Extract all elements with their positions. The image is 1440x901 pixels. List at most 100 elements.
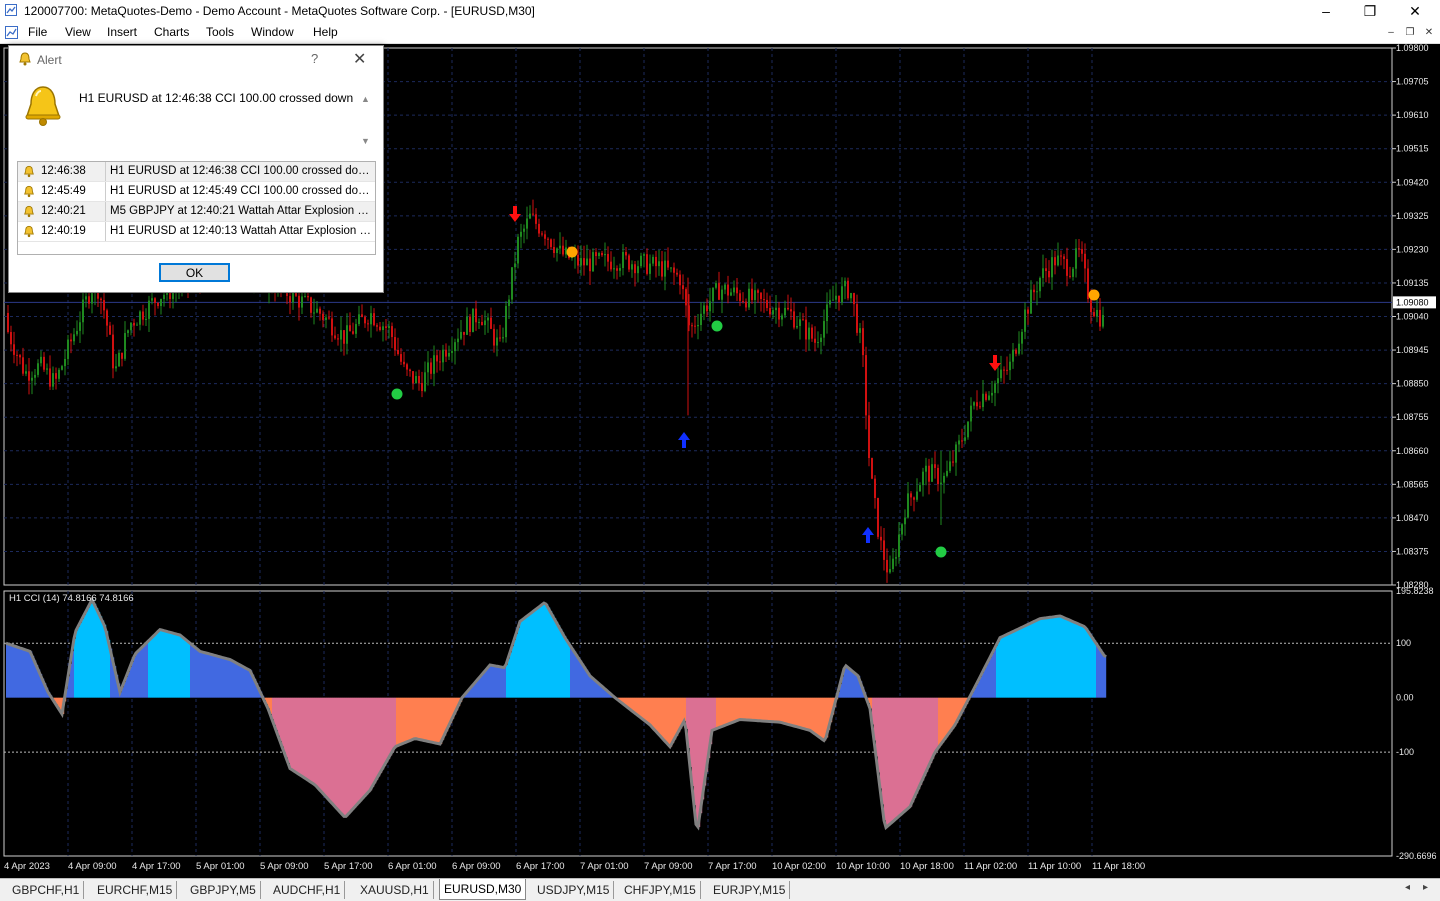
candle-body (538, 223, 540, 234)
candle-body (1075, 248, 1077, 269)
scroll-up-icon[interactable]: ▲ (361, 94, 370, 104)
menu-help[interactable]: Help (313, 25, 338, 39)
tab-usdjpy-m15[interactable]: USDJPY,M15 (533, 881, 615, 899)
cci-bar (346, 697, 349, 817)
cci-bar (90, 603, 93, 698)
menu-view[interactable]: View (65, 25, 91, 39)
minimize-button[interactable]: – (1303, 0, 1349, 22)
menu-tools[interactable]: Tools (206, 25, 234, 39)
alert-row[interactable]: 12:40:21 M5 GBPJPY at 12:40:21 Wattah At… (18, 202, 375, 222)
candle-body (820, 337, 822, 342)
cci-bar (890, 697, 893, 825)
candle-body (424, 372, 426, 392)
mdi-minimize-button[interactable]: – (1384, 26, 1398, 40)
cci-bar (526, 616, 529, 698)
mdi-close-button[interactable]: ✕ (1422, 26, 1436, 40)
tab-gbpchf-h1[interactable]: GBPCHF,H1 (8, 881, 85, 899)
cci-bar (630, 697, 633, 710)
alert-row[interactable]: 12:40:19 H1 EURUSD at 12:40:13 Wattah At… (18, 222, 375, 242)
cci-bar (662, 697, 665, 738)
cci-bar (944, 697, 947, 740)
bell-icon (24, 185, 34, 198)
cci-bar (696, 697, 699, 825)
cci-bar (228, 658, 231, 698)
cci-bar (484, 671, 487, 698)
candle-body (838, 295, 840, 303)
candle-body (502, 337, 504, 339)
menu-insert[interactable]: Insert (107, 25, 137, 39)
chart-window-icon[interactable] (5, 26, 18, 39)
candle-body (514, 263, 516, 268)
cci-bar (816, 697, 819, 735)
alert-close-button[interactable]: ✕ (353, 49, 366, 69)
cci-bar (22, 648, 25, 698)
maximize-button[interactable]: ❐ (1347, 0, 1393, 22)
cci-bar (160, 629, 163, 698)
menu-window[interactable]: Window (251, 25, 294, 39)
cci-bar (934, 697, 937, 755)
tab-xauusd-h1[interactable]: XAUUSD,H1 (356, 881, 434, 899)
candle-body (319, 308, 321, 314)
candle-body (367, 323, 369, 325)
cci-bar (654, 697, 657, 730)
cci-bar (770, 697, 773, 722)
cci-bar (480, 676, 483, 698)
candle-body (793, 311, 795, 328)
ok-button[interactable]: OK (159, 263, 230, 282)
tab-audchf-h1[interactable]: AUDCHF,H1 (269, 881, 346, 899)
cci-bar (12, 645, 15, 698)
tab-chfjpy-m15[interactable]: CHFJPY,M15 (620, 881, 701, 899)
tab-eurjpy-m15[interactable]: EURJPY,M15 (709, 881, 791, 899)
time-label: 11 Apr 10:00 (1028, 861, 1081, 872)
cci-bar (214, 655, 217, 698)
cci-indicator (5, 596, 1107, 831)
candle-body (682, 285, 684, 290)
cci-bar (764, 697, 767, 722)
alert-dialog[interactable]: Alert ? ✕ H1 EURUSD at 12:46:38 CCI 100.… (8, 45, 384, 293)
scroll-down-icon[interactable]: ▼ (361, 136, 370, 146)
cci-bar (140, 649, 143, 698)
alert-history-list[interactable]: 12:46:38 H1 EURUSD at 12:46:38 CCI 100.0… (17, 161, 376, 255)
cci-bar (908, 697, 911, 809)
cci-bar (1010, 632, 1013, 698)
help-button[interactable]: ? (311, 51, 318, 66)
cci-bar (506, 664, 509, 698)
candle-body (322, 313, 324, 320)
cci-bar (524, 618, 527, 698)
candle-body (697, 324, 699, 327)
cci-bar (574, 651, 577, 698)
tab-scroll-left-icon[interactable]: ◂ (1405, 882, 1410, 893)
time-label: 5 Apr 01:00 (196, 861, 245, 872)
cci-bar (362, 697, 365, 799)
price-label: 1.09705 (1396, 77, 1429, 87)
cci-bar (884, 697, 887, 821)
cci-bar (1066, 618, 1069, 698)
cci-bar (304, 697, 307, 778)
candle-body (382, 326, 384, 331)
cci-bar (240, 664, 243, 698)
candle-body (661, 261, 663, 277)
alert-row[interactable]: 12:46:38 H1 EURUSD at 12:46:38 CCI 100.0… (18, 162, 375, 182)
candle-body (109, 325, 111, 335)
tab-scroll-right-icon[interactable]: ▸ (1423, 882, 1428, 893)
candle-body (790, 309, 792, 312)
cci-bar (354, 697, 357, 808)
tab-eurchf-m15[interactable]: EURCHF,M15 (93, 881, 178, 899)
cci-bar (504, 667, 507, 698)
cci-bar (148, 641, 151, 698)
cci-bar (132, 661, 135, 698)
cci-bar (568, 642, 571, 698)
alert-row[interactable]: 12:45:49 H1 EURUSD at 12:45:49 CCI 100.0… (18, 182, 375, 202)
mdi-restore-button[interactable]: ❐ (1403, 26, 1417, 40)
close-button[interactable]: ✕ (1392, 0, 1438, 22)
cci-bar (566, 639, 569, 698)
cci-bar (340, 697, 343, 813)
candle-body (517, 236, 519, 264)
menu-file[interactable]: File (28, 25, 47, 39)
tab-gbpjpy-m5[interactable]: GBPJPY,M5 (186, 881, 261, 899)
cci-bar (748, 697, 751, 721)
cci-bar (1056, 616, 1059, 698)
cci-bar (1062, 616, 1065, 698)
menu-charts[interactable]: Charts (154, 25, 189, 39)
tab-eurusd-m30[interactable]: EURUSD,M30 (439, 879, 527, 900)
